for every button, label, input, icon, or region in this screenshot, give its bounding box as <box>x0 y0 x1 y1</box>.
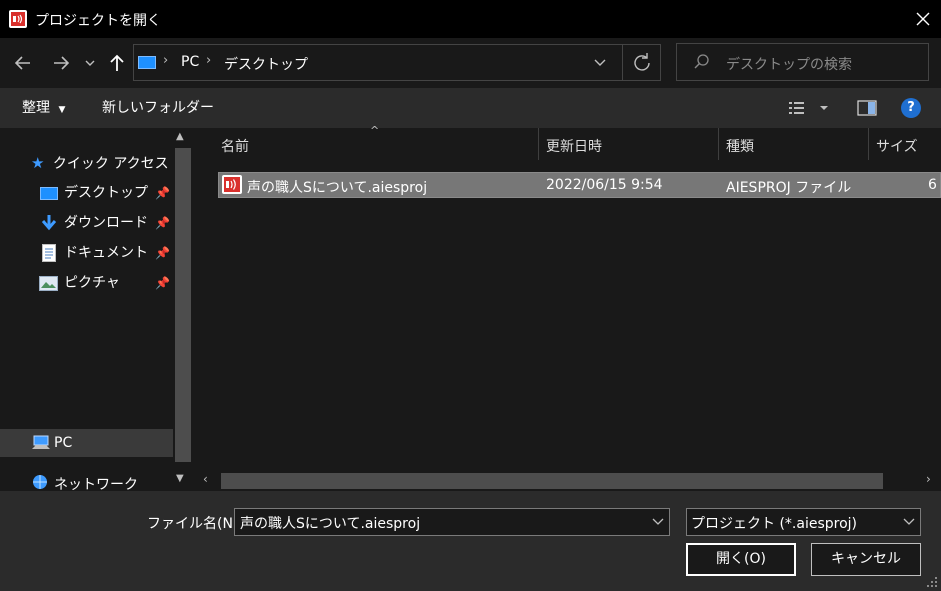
file-modified-cell: 2022/06/15 9:54 <box>546 177 663 193</box>
nav-item-label: ドキュメント <box>64 245 148 261</box>
arrow-left-icon <box>14 56 30 70</box>
nav-pc-label[interactable]: PC <box>54 435 72 451</box>
filename-label: ファイル名(N): <box>147 516 244 532</box>
close-icon <box>916 12 930 26</box>
column-divider[interactable] <box>868 128 869 160</box>
cancel-button[interactable]: キャンセル <box>811 543 921 576</box>
nav-item-pictures[interactable]: ピクチャ 📌 <box>39 270 174 296</box>
filetype-value[interactable]: プロジェクト (*.aiesproj) <box>691 513 857 533</box>
filename-dropdown-button[interactable] <box>650 512 666 530</box>
star-icon: ★ <box>31 154 45 172</box>
divider <box>622 45 623 80</box>
file-name-cell[interactable]: 声の職人Sについて.aiesproj <box>247 177 427 197</box>
nav-item-downloads[interactable]: ダウンロード 📌 <box>39 210 174 236</box>
pc-icon <box>138 56 156 69</box>
pictures-icon <box>39 276 58 291</box>
chevron-down-icon <box>594 59 606 66</box>
address-bar[interactable] <box>133 44 661 81</box>
filename-value[interactable]: 声の職人Sについて.aiesproj <box>240 513 420 533</box>
scroll-up-icon[interactable]: ▲ <box>176 131 184 142</box>
search-placeholder[interactable]: デスクトップの検索 <box>726 54 852 74</box>
arrow-up-icon <box>110 54 124 71</box>
column-divider[interactable] <box>538 128 539 160</box>
scroll-down-icon[interactable]: ▼ <box>176 473 184 484</box>
back-button[interactable] <box>9 49 37 77</box>
pin-icon: 📌 <box>155 216 170 230</box>
breadcrumb-separator[interactable]: › <box>206 53 211 68</box>
pc-icon <box>32 435 50 449</box>
nav-item-desktop[interactable]: デスクトップ 📌 <box>39 180 174 206</box>
arrow-right-icon <box>54 56 70 70</box>
organize-button[interactable]: 整理 ▼ <box>10 92 77 124</box>
preview-pane-button[interactable] <box>855 97 879 119</box>
help-icon: ? <box>907 100 915 115</box>
resize-grip-icon <box>927 577 937 587</box>
filetype-dropdown-button[interactable] <box>901 512 917 530</box>
nav-item-pc[interactable] <box>0 429 173 457</box>
scroll-right-icon[interactable]: › <box>926 472 931 486</box>
nav-item-documents[interactable]: ドキュメント 📌 <box>39 240 174 266</box>
nav-scrollbar-thumb[interactable] <box>175 148 191 462</box>
column-header-name[interactable]: 名前 <box>221 136 249 156</box>
nav-item-label: ダウンロード <box>64 215 148 231</box>
recent-locations-button[interactable] <box>80 49 100 77</box>
nav-item-label: ピクチャ <box>64 275 120 291</box>
chevron-down-icon <box>903 518 915 525</box>
breadcrumb-pc[interactable]: PC <box>181 54 199 70</box>
app-icon <box>9 10 27 28</box>
download-icon <box>41 215 57 231</box>
refresh-button[interactable] <box>630 50 654 74</box>
scroll-left-icon[interactable]: ‹ <box>203 472 208 486</box>
help-button[interactable]: ? <box>901 98 921 118</box>
address-dropdown-button[interactable] <box>590 52 610 72</box>
organize-label: 整理 <box>22 100 50 116</box>
change-view-button[interactable] <box>786 97 832 119</box>
refresh-icon <box>634 53 650 71</box>
column-divider[interactable] <box>718 128 719 160</box>
footer-panel <box>0 491 941 591</box>
nav-quick-access[interactable]: ★ クイック アクセス <box>31 150 169 176</box>
sort-ascending-icon: ^ <box>370 124 380 137</box>
resize-grip[interactable] <box>925 575 939 589</box>
column-header-size[interactable]: サイズ <box>876 136 918 156</box>
breadcrumb-desktop[interactable]: デスクトップ <box>224 54 308 74</box>
caret-down-icon: ▼ <box>58 105 66 115</box>
file-type-cell: AIESPROJ ファイル <box>726 180 852 196</box>
new-folder-button[interactable]: 新しいフォルダー <box>96 92 220 124</box>
chevron-down-icon <box>652 518 664 525</box>
window-title: プロジェクトを開く <box>35 13 161 29</box>
nav-quick-access-label: クイック アクセス <box>52 156 169 172</box>
nav-item-label: デスクトップ <box>64 185 148 201</box>
column-header-type[interactable]: 種類 <box>726 136 754 156</box>
pin-icon: 📌 <box>155 246 170 260</box>
file-size-cell: 6 <box>928 177 937 193</box>
network-icon <box>33 475 47 489</box>
desktop-icon <box>40 187 58 200</box>
aiesproj-file-icon <box>222 175 242 194</box>
column-header-modified[interactable]: 更新日時 <box>546 136 602 156</box>
details-view-icon <box>789 102 828 114</box>
open-button[interactable]: 開く(O) <box>686 543 796 576</box>
pin-icon: 📌 <box>155 186 170 200</box>
forward-button[interactable] <box>47 49 75 77</box>
preview-pane-icon <box>857 100 877 116</box>
pin-icon: 📌 <box>155 276 170 290</box>
breadcrumb-separator[interactable]: › <box>163 53 168 68</box>
search-icon <box>693 53 711 71</box>
close-button[interactable] <box>905 0 941 38</box>
up-button[interactable] <box>104 49 132 77</box>
chevron-down-icon <box>85 60 95 66</box>
horizontal-scrollbar-thumb[interactable] <box>221 473 883 489</box>
document-icon <box>42 244 56 262</box>
